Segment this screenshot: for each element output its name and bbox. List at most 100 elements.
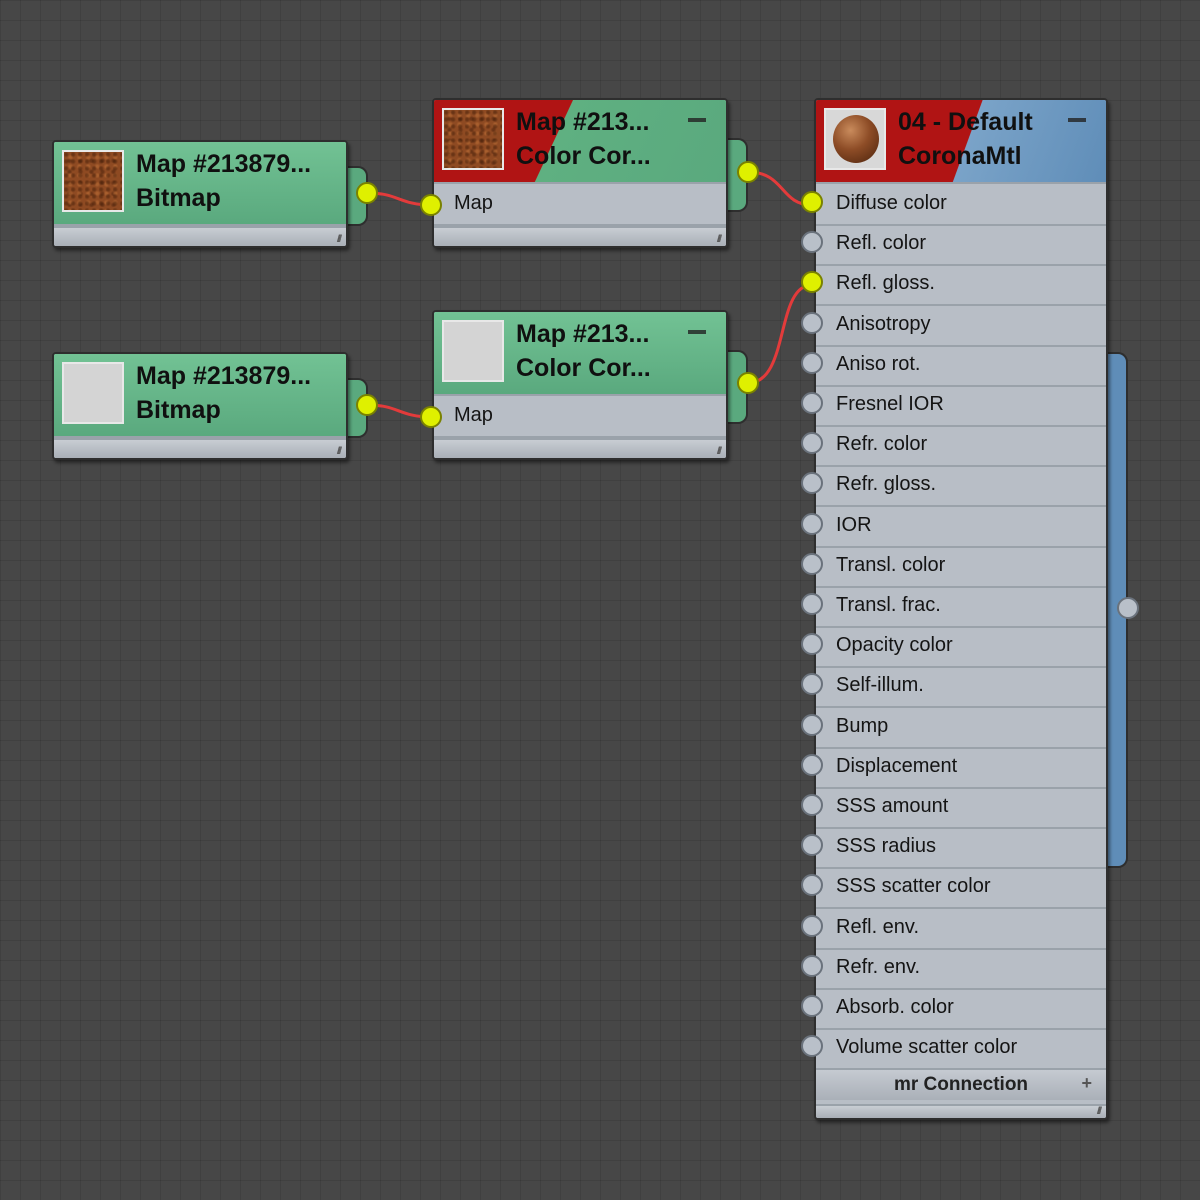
material-input-port[interactable] [801, 753, 823, 776]
input-slot-map[interactable]: Map [434, 184, 726, 226]
slot-label: Diffuse color [836, 192, 947, 214]
output-port[interactable] [737, 372, 759, 394]
slot-label: Map [454, 192, 493, 214]
material-input-port[interactable] [801, 794, 823, 816]
material-slot-row[interactable]: Anisotropy [816, 305, 1106, 347]
slot-label: Transl. color [836, 553, 946, 576]
material-slot-row[interactable]: Refl. gloss. [816, 264, 1106, 307]
material-slot-row[interactable]: SSS radius [816, 827, 1106, 870]
input-port-map[interactable] [420, 194, 442, 216]
node-header[interactable]: 04 - Default CoronaMtl [816, 100, 1106, 184]
material-input-port[interactable] [801, 512, 823, 535]
slot-label: IOR [836, 513, 872, 536]
material-slot-row[interactable]: IOR [816, 506, 1106, 548]
material-slot-row[interactable]: SSS scatter color [816, 867, 1106, 910]
texture-thumbnail [442, 108, 504, 170]
material-slot-row[interactable]: Aniso rot. [816, 345, 1106, 387]
slot-label: Anisotropy [836, 312, 931, 335]
slot-label: Displacement [836, 754, 958, 777]
slot-label: Refl. color [836, 232, 927, 255]
node-title: Map #213... [516, 108, 650, 136]
material-slot-row[interactable]: Diffuse color [816, 184, 1106, 226]
slot-label: Refr. color [836, 433, 928, 456]
node-type: Color Cor... [516, 142, 651, 170]
material-slot-row[interactable]: Transl. frac. [816, 586, 1106, 628]
material-slot-row[interactable]: Displacement [816, 747, 1106, 789]
slot-label: Map [454, 404, 493, 426]
material-input-port[interactable] [801, 552, 823, 575]
material-input-port[interactable] [801, 914, 823, 937]
input-port-map[interactable] [420, 406, 442, 428]
material-slot-row[interactable]: Refl. env. [816, 908, 1106, 950]
material-input-port[interactable] [801, 593, 823, 615]
minimize-icon[interactable] [688, 118, 706, 122]
material-slot-row[interactable]: Refl. color [816, 224, 1106, 267]
material-input-port[interactable] [801, 954, 823, 977]
material-slot-row[interactable]: Refr. gloss. [816, 465, 1106, 508]
node-header[interactable]: Map #213879... Bitmap [54, 354, 346, 438]
resize-grip-icon[interactable]: //// [717, 234, 722, 245]
material-slot-row[interactable]: Self-illum. [816, 666, 1106, 709]
slot-label: Fresnel IOR [836, 393, 944, 415]
resize-grip-icon[interactable]: //// [717, 446, 722, 457]
node-header[interactable]: Map #213879... Bitmap [54, 142, 346, 226]
slot-label: Refl. gloss. [836, 272, 935, 295]
material-slot-row[interactable]: Volume scatter color [816, 1028, 1106, 1071]
mr-connection-rollout[interactable]: mr Connection + [816, 1070, 1106, 1101]
resize-grip-icon[interactable]: //// [337, 446, 342, 457]
slot-label: SSS amount [836, 795, 949, 817]
material-slot-row[interactable]: Transl. color [816, 546, 1106, 588]
material-input-port[interactable] [801, 713, 823, 736]
material-slot-row[interactable]: Fresnel IOR [816, 385, 1106, 427]
output-port[interactable] [356, 394, 378, 416]
texture-thumbnail [62, 362, 124, 424]
node-type: Bitmap [136, 396, 221, 424]
slot-label: Transl. frac. [836, 594, 941, 616]
material-slot-row[interactable]: Bump [816, 707, 1106, 749]
bitmap-node-2[interactable]: Map #213879... Bitmap //// [52, 352, 348, 460]
output-port[interactable] [737, 161, 759, 183]
node-type: Color Cor... [516, 354, 651, 382]
slot-label: Refr. env. [836, 955, 921, 978]
output-port[interactable] [356, 182, 378, 204]
node-title: 04 - Default [898, 108, 1033, 136]
node-title: Map #213879... [136, 150, 312, 178]
material-input-port[interactable] [801, 995, 823, 1017]
slot-label: Self-illum. [836, 674, 924, 697]
input-slot-map[interactable]: Map [434, 396, 726, 438]
minimize-icon[interactable] [1068, 118, 1086, 122]
material-input-port[interactable] [801, 311, 823, 334]
node-header[interactable]: Map #213... Color Cor... [434, 100, 726, 184]
material-input-port[interactable] [801, 351, 823, 374]
slot-label: SSS radius [836, 835, 937, 858]
slot-label: Refr. gloss. [836, 473, 937, 496]
color-correction-node-2[interactable]: Map #213... Color Cor... Map //// [432, 310, 728, 460]
slot-label: Aniso rot. [836, 352, 921, 375]
material-preview-sphere [824, 108, 886, 170]
material-slot-row[interactable]: Refr. color [816, 425, 1106, 468]
material-input-port[interactable] [801, 392, 823, 414]
node-footer: //// [434, 438, 726, 458]
material-slot-row[interactable]: Opacity color [816, 626, 1106, 669]
material-slot-row[interactable]: Refr. env. [816, 948, 1106, 990]
node-header[interactable]: Map #213... Color Cor... [434, 312, 726, 396]
resize-grip-icon[interactable]: //// [337, 234, 342, 245]
slot-label: Refl. env. [836, 915, 919, 938]
node-type: Bitmap [136, 184, 221, 212]
minimize-icon[interactable] [688, 330, 706, 334]
slot-label: Bump [836, 714, 889, 737]
bitmap-node-1[interactable]: Map #213879... Bitmap //// [52, 140, 348, 248]
corona-material-node[interactable]: 04 - Default CoronaMtl Diffuse color Refl… [814, 98, 1108, 1120]
plus-icon[interactable]: + [1081, 1073, 1092, 1094]
material-slot-row[interactable]: SSS amount [816, 787, 1106, 829]
material-output-port[interactable] [1117, 597, 1139, 619]
material-slot-row[interactable]: Absorb. color [816, 988, 1106, 1030]
node-footer: //// [54, 438, 346, 458]
color-correction-node-1[interactable]: Map #213... Color Cor... Map //// [432, 98, 728, 248]
node-title: Map #213... [516, 320, 650, 348]
rollout-label: mr Connection [893, 1074, 1029, 1096]
node-type: CoronaMtl [898, 142, 1022, 170]
material-input-port[interactable] [801, 191, 823, 213]
node-footer: //// [54, 226, 346, 246]
resize-grip-icon[interactable]: //// [1097, 1106, 1102, 1117]
